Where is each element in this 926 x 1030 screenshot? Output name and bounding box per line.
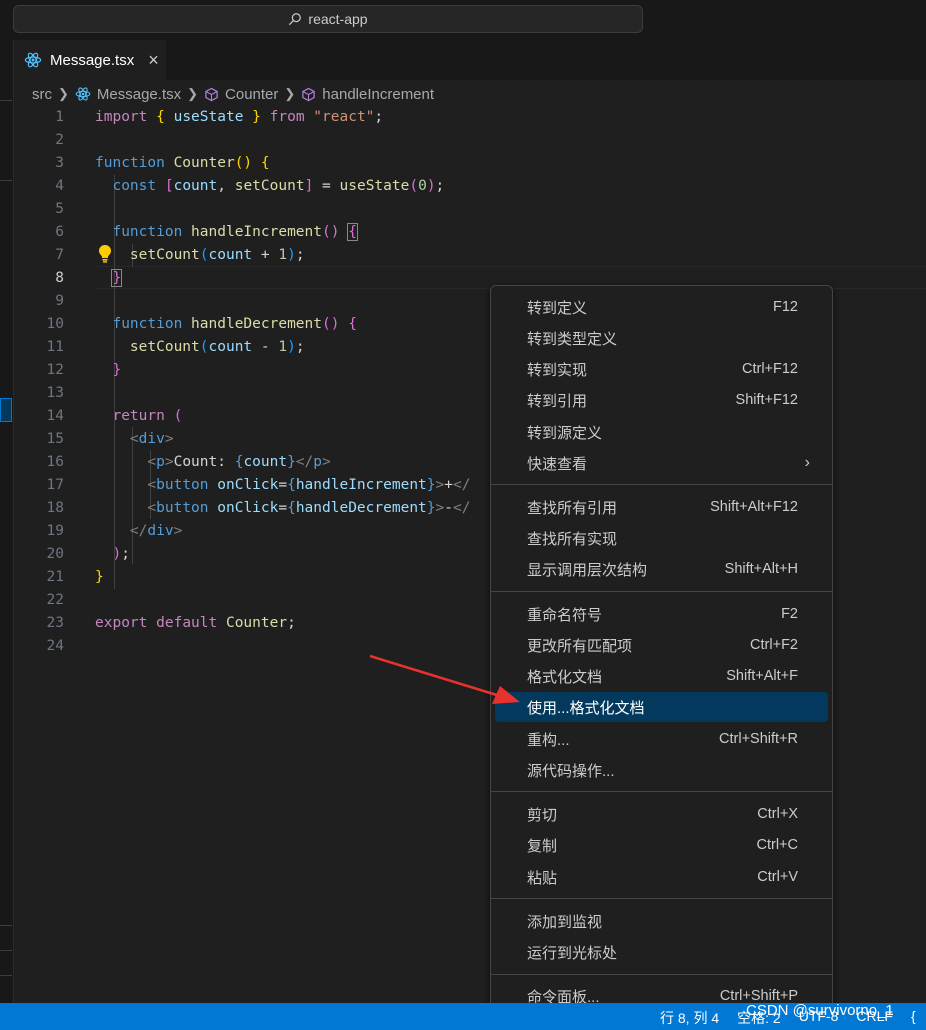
menu-item-format-document[interactable]: 格式化文档 Shift+Alt+F (495, 661, 828, 691)
tab-label: Message.tsx (50, 51, 135, 69)
menu-item-cut[interactable]: 剪切 Ctrl+X (495, 799, 828, 829)
status-language[interactable]: { (911, 1008, 916, 1028)
menu-item-show-call-hierarchy[interactable]: 显示调用层次结构 Shift+Alt+H (495, 554, 828, 584)
sidebar-selection[interactable] (0, 398, 12, 422)
symbol-icon (205, 87, 218, 101)
menu-item-peek[interactable]: 快速查看 › (495, 448, 828, 478)
menu-item-find-all-implementations[interactable]: 查找所有实现 (495, 523, 828, 553)
chevron-right-icon: › (804, 454, 810, 471)
breadcrumb-item-src[interactable]: src (32, 86, 52, 103)
menu-item-change-all-occurrences[interactable]: 更改所有匹配项 Ctrl+F2 (495, 630, 828, 660)
context-menu: 转到定义 F12 转到类型定义 转到实现 Ctrl+F12 转到引用 Shift+F1… (490, 285, 833, 1017)
chevron-right-icon: ❯ (187, 86, 199, 101)
title-bar: react-app (0, 0, 926, 40)
menu-item-copy[interactable]: 复制 Ctrl+C (495, 830, 828, 860)
menu-item-rename-symbol[interactable]: 重命名符号 F2 (495, 599, 828, 629)
status-cursor-position[interactable]: 行 8, 列 4 (660, 1008, 719, 1028)
menu-item-refactor[interactable]: 重构... Ctrl+Shift+R (495, 724, 828, 754)
menu-item-go-to-definition[interactable]: 转到定义 F12 (495, 292, 828, 322)
code-line: 2 (55, 132, 64, 148)
chevron-right-icon: ❯ (284, 86, 296, 101)
chevron-right-icon: ❯ (58, 86, 69, 101)
code-line: 1 import { useState } from "react"; (55, 109, 384, 125)
code-line: 7 setCount(count + 1); (55, 247, 305, 263)
react-icon (75, 87, 91, 101)
annotation-arrow (369, 654, 520, 704)
code-line: 3 function Counter() { (55, 155, 270, 171)
symbol-icon (302, 87, 316, 101)
menu-item-run-to-cursor[interactable]: 运行到光标处 (495, 937, 828, 967)
code-line: 4 const [count, setCount] = useState(0); (55, 178, 445, 194)
breadcrumb-item-file[interactable]: Message.tsx (97, 86, 181, 103)
menu-item-go-to-implementation[interactable]: 转到实现 Ctrl+F12 (495, 354, 828, 384)
menu-item-add-to-watch[interactable]: 添加到监视 (495, 906, 828, 936)
activity-bar (0, 40, 14, 1003)
breadcrumb-item-counter[interactable]: Counter (225, 86, 278, 103)
search-icon (289, 13, 302, 26)
tab-bar: Message.tsx × (14, 40, 926, 80)
search-text: react-app (308, 11, 368, 27)
tab-message-tsx[interactable]: Message.tsx × (14, 40, 166, 80)
breadcrumb-item-function[interactable]: handleIncrement (322, 86, 434, 103)
react-icon (24, 52, 42, 68)
menu-item-go-to-source-definition[interactable]: 转到源定义 (495, 417, 828, 447)
command-center-search[interactable]: react-app (13, 5, 643, 33)
lightbulb-icon[interactable] (97, 244, 113, 264)
menu-item-go-to-references[interactable]: 转到引用 Shift+F12 (495, 385, 828, 415)
menu-item-source-action[interactable]: 源代码操作... (495, 755, 828, 785)
menu-item-go-to-type-definition[interactable]: 转到类型定义 (495, 323, 828, 353)
close-icon[interactable]: × (148, 50, 159, 71)
menu-item-format-document-with[interactable]: 使用...格式化文档 (495, 692, 828, 722)
breadcrumb: src ❯ Message.tsx ❯ Counter ❯ handleIncr… (32, 83, 434, 105)
menu-item-paste[interactable]: 粘贴 Ctrl+V (495, 862, 828, 892)
code-line: 5 (55, 201, 64, 217)
code-line: 6 function handleIncrement() { (55, 223, 358, 241)
watermark: CSDN @survivorno_1 (746, 1002, 894, 1019)
menu-item-find-all-references[interactable]: 查找所有引用 Shift+Alt+F12 (495, 492, 828, 522)
